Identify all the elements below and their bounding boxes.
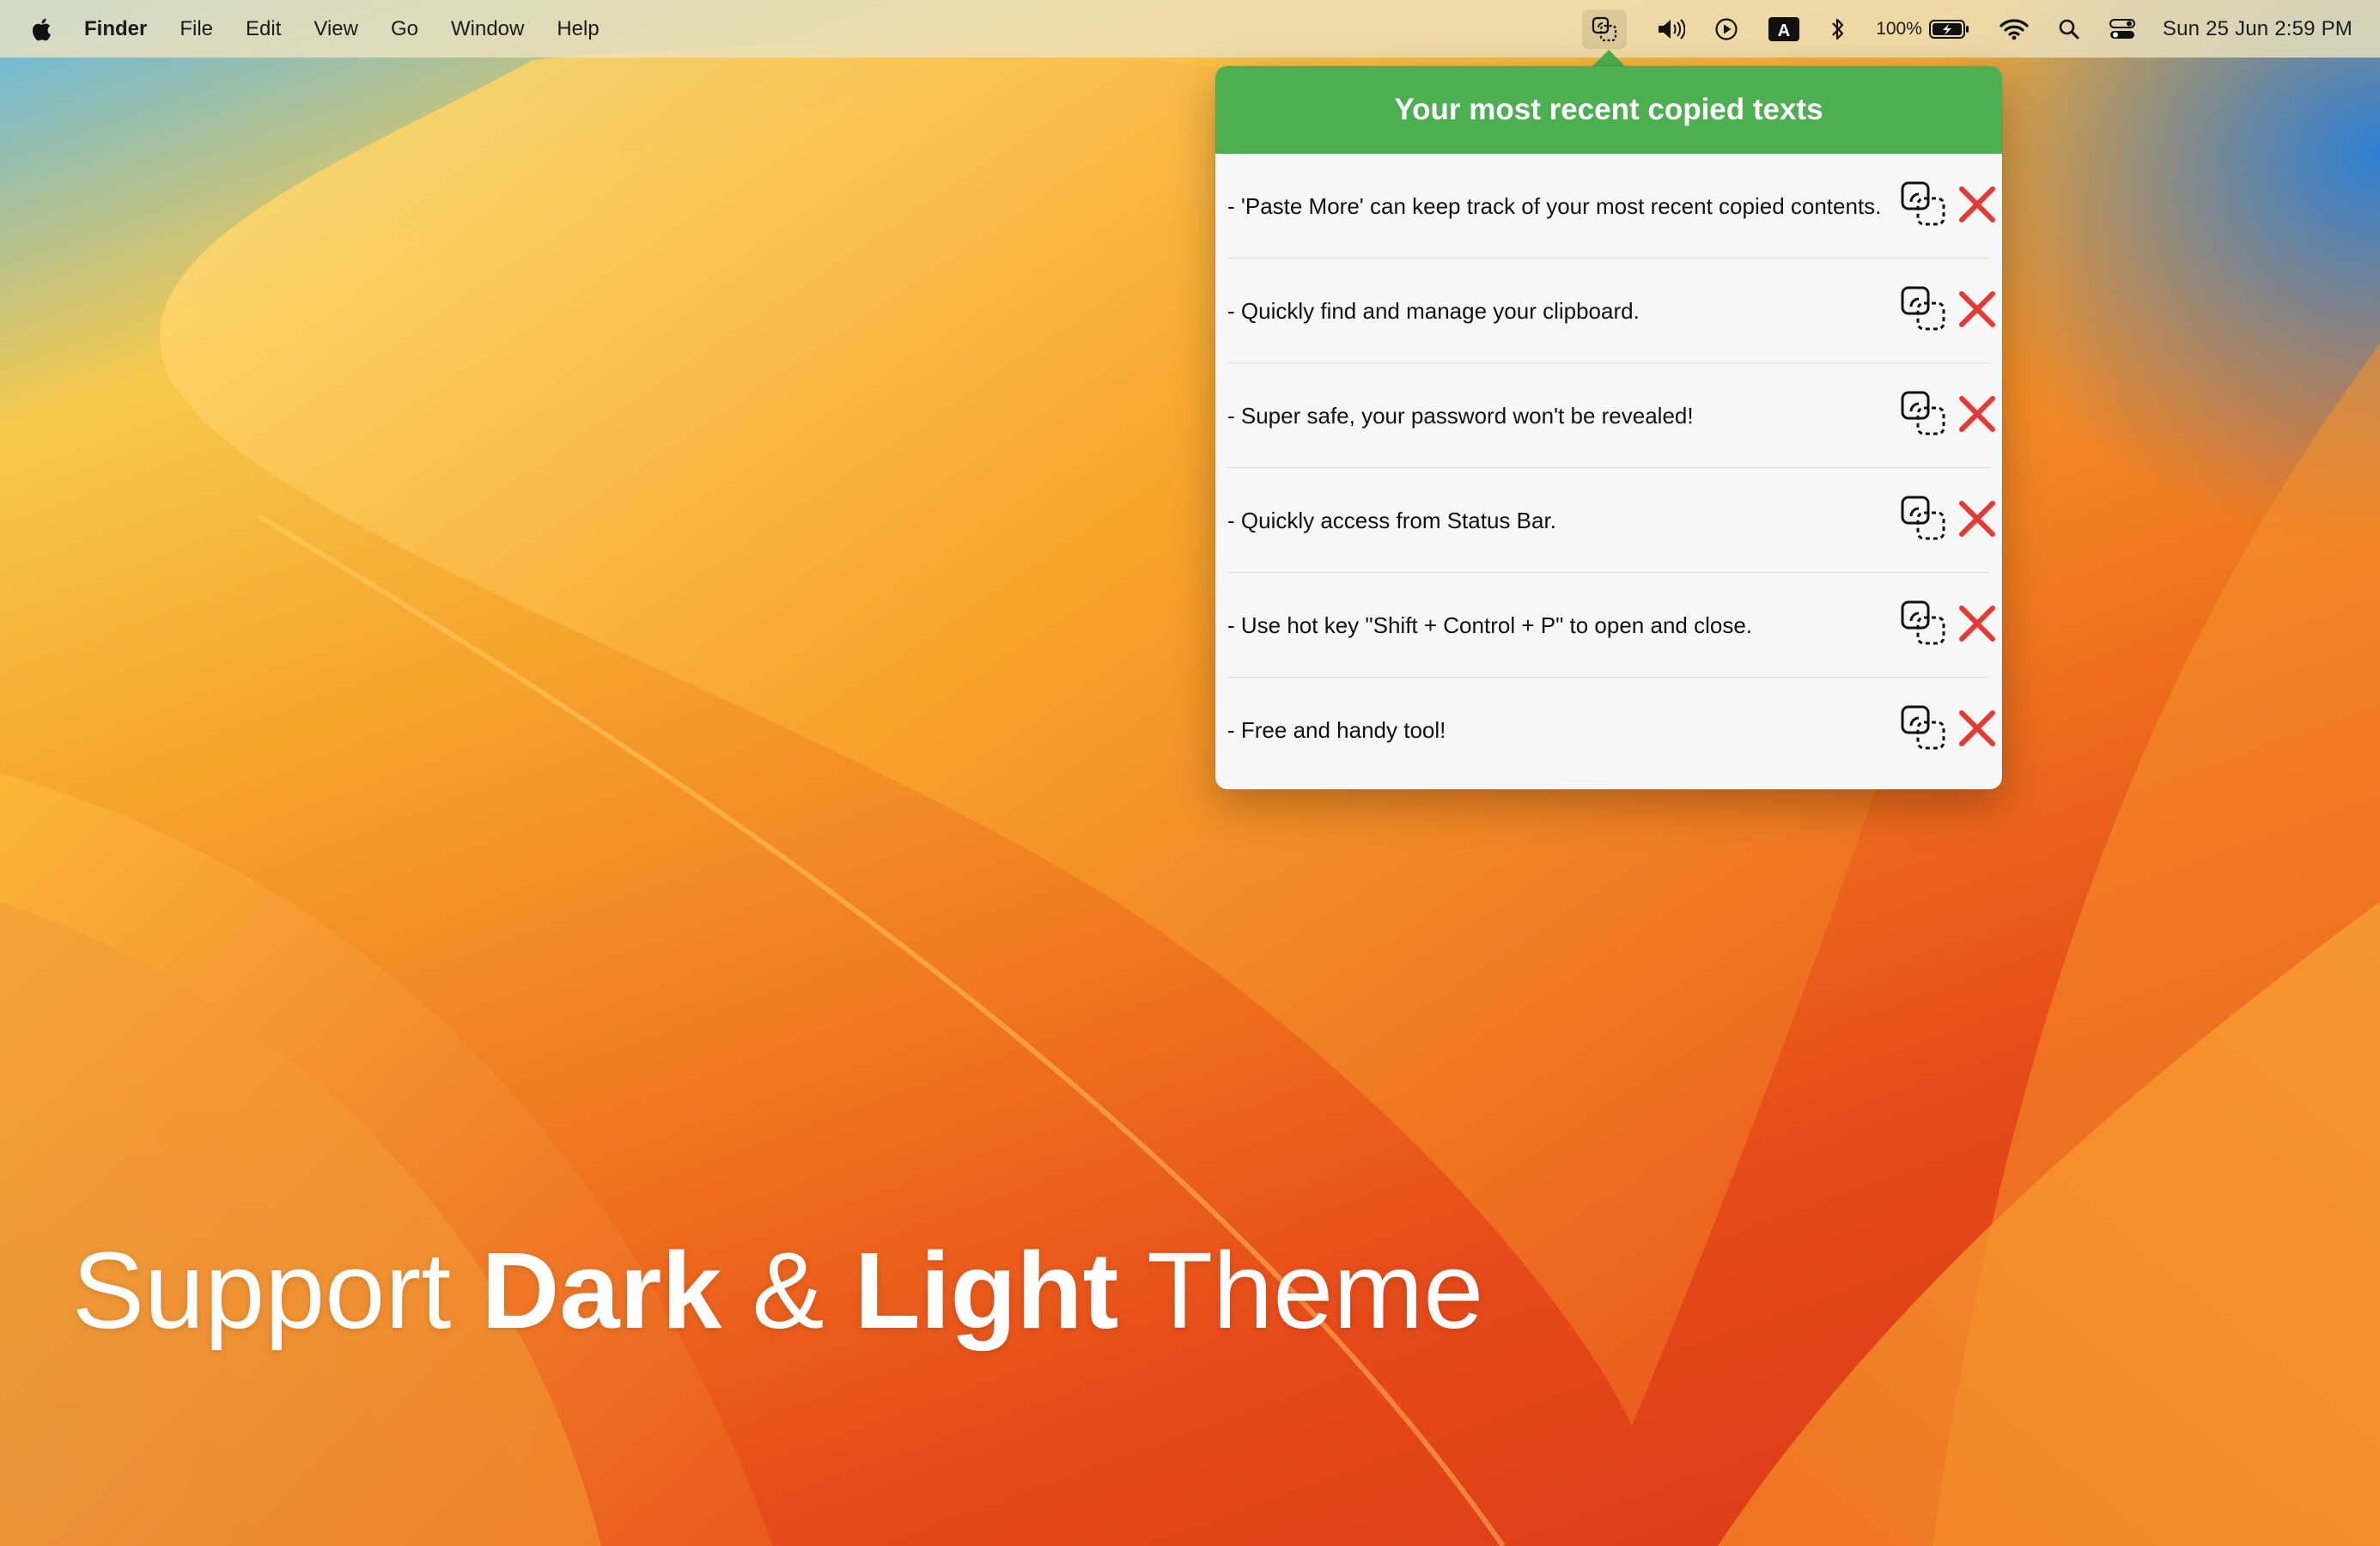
tagline-part: Support	[72, 1230, 482, 1351]
clipboard-item-text[interactable]: - 'Paste More' can keep track of your mo…	[1227, 193, 1889, 219]
spotlight-icon[interactable]	[2058, 0, 2080, 58]
delete-icon[interactable]	[1956, 393, 1999, 435]
promo-tagline: Support Dark & Light Theme	[72, 1228, 1483, 1353]
battery-percentage: 100%	[1876, 18, 1922, 39]
menu-app-name[interactable]: Finder	[84, 17, 147, 41]
input-source-letter: A	[1778, 21, 1790, 40]
copy-icon[interactable]	[1899, 180, 1949, 229]
menu-file[interactable]: File	[180, 17, 213, 41]
popover-arrow	[1592, 50, 1626, 67]
menu-view[interactable]: View	[313, 17, 358, 41]
bluetooth-icon[interactable]	[1829, 0, 1847, 58]
clipboard-item[interactable]: - Super safe, your password won't be rev…	[1227, 363, 1995, 468]
delete-icon[interactable]	[1956, 183, 1999, 226]
copy-icon[interactable]	[1899, 494, 1949, 544]
copy-icon[interactable]	[1899, 703, 1949, 753]
clipboard-item[interactable]: - 'Paste More' can keep track of your mo…	[1227, 154, 1995, 259]
menu-edit[interactable]: Edit	[246, 17, 281, 41]
delete-icon[interactable]	[1956, 602, 1999, 645]
wifi-icon[interactable]	[2000, 0, 2029, 58]
clipboard-item-text[interactable]: - Super safe, your password won't be rev…	[1227, 403, 1889, 429]
tagline-part: &	[721, 1230, 855, 1351]
delete-icon[interactable]	[1956, 707, 1999, 750]
copy-icon[interactable]	[1899, 284, 1949, 334]
menu-go[interactable]: Go	[391, 17, 418, 41]
tagline-part: Theme	[1118, 1230, 1484, 1351]
clipboard-item[interactable]: - Quickly access from Status Bar.	[1227, 468, 1995, 573]
delete-icon[interactable]	[1956, 497, 1999, 540]
now-playing-icon[interactable]	[1714, 0, 1738, 58]
delete-icon[interactable]	[1956, 288, 1999, 331]
status-area: A 100% Sun 25 Jun 2:59 PM	[1553, 0, 2353, 58]
popover-title: Your most recent copied texts	[1394, 93, 1823, 126]
battery-icon[interactable]	[1928, 0, 1970, 58]
volume-icon[interactable]	[1656, 0, 1686, 58]
clipboard-item-text[interactable]: - Quickly access from Status Bar.	[1227, 508, 1889, 533]
clipboard-item-text[interactable]: - Free and handy tool!	[1227, 717, 1889, 743]
popover-header: Your most recent copied texts	[1215, 66, 2002, 154]
tagline-light: Light	[854, 1230, 1119, 1351]
apple-menu-icon[interactable]	[31, 15, 55, 43]
clipboard-item-text[interactable]: - Use hot key "Shift + Control + P" to o…	[1227, 612, 1889, 638]
copy-icon[interactable]	[1899, 599, 1949, 648]
clipboard-item[interactable]: - Free and handy tool!	[1227, 678, 1995, 782]
menu-window[interactable]: Window	[451, 17, 524, 41]
input-source-icon[interactable]: A	[1768, 0, 1800, 58]
clipboard-item[interactable]: - Use hot key "Shift + Control + P" to o…	[1227, 573, 1995, 678]
clipboard-item[interactable]: - Quickly find and manage your clipboard…	[1227, 259, 1995, 363]
tagline-dark: Dark	[481, 1230, 722, 1351]
menu-help[interactable]: Help	[557, 17, 599, 41]
clipboard-item-text[interactable]: - Quickly find and manage your clipboard…	[1227, 298, 1889, 324]
clipboard-popover: Your most recent copied texts - 'Paste M…	[1215, 66, 2002, 789]
clipboard-list: - 'Paste More' can keep track of your mo…	[1215, 154, 2002, 782]
menubar-clock[interactable]: Sun 25 Jun 2:59 PM	[2163, 17, 2353, 41]
paste-more-icon[interactable]	[1582, 9, 1628, 49]
control-center-icon[interactable]	[2109, 0, 2135, 58]
copy-icon[interactable]	[1899, 389, 1949, 439]
menu-bar: Finder File Edit View Go Window Help A 1…	[0, 0, 2380, 58]
